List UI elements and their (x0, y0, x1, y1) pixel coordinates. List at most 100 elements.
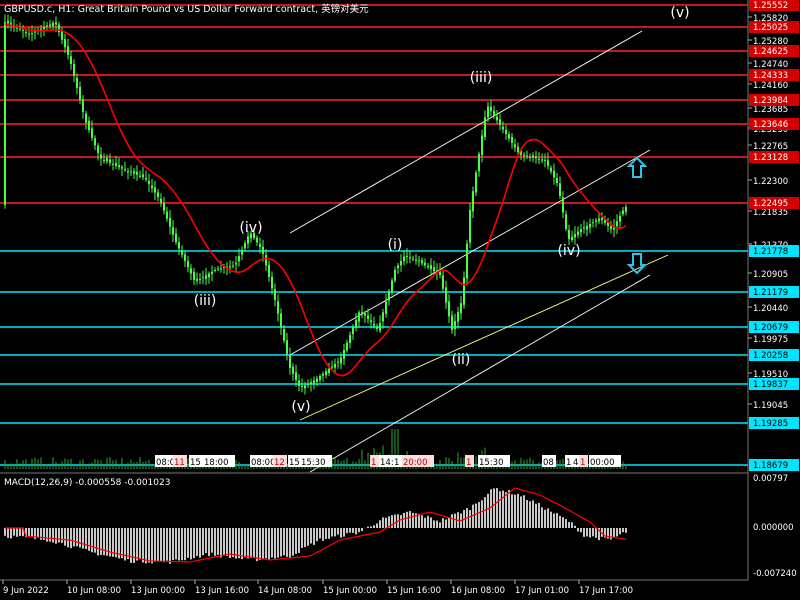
macd-bar (154, 528, 156, 562)
session-tag-label: 12 (274, 458, 285, 468)
candle-body (601, 217, 603, 220)
macd-bar (544, 509, 546, 528)
macd-bar (535, 503, 537, 528)
candle-body (562, 197, 564, 213)
macd-bar (67, 528, 69, 548)
candle-body (490, 106, 492, 112)
candle-body (526, 155, 528, 157)
candle-body (19, 28, 21, 30)
macd-bar (157, 528, 159, 562)
macd-bar (10, 528, 12, 539)
candle-body (574, 234, 576, 238)
candle-body (460, 303, 462, 314)
macd-bar (400, 515, 402, 528)
macd-axis-label: 0.00797 (753, 474, 788, 484)
candle-body (202, 277, 204, 279)
candle-body (274, 289, 276, 300)
candle-body (310, 382, 312, 385)
candle-body (430, 265, 432, 270)
macd-bar (406, 511, 408, 528)
macd-bar (271, 528, 273, 558)
candle-body (124, 169, 126, 171)
candle-body (547, 160, 549, 166)
macd-bar (505, 492, 507, 528)
macd-bar (280, 528, 282, 557)
macd-bar (85, 528, 87, 550)
red-price-tag-label: 1.22495 (753, 199, 788, 209)
candle-body (295, 372, 297, 380)
candle-body (568, 229, 570, 240)
candle-body (481, 135, 483, 156)
macd-bar (322, 528, 324, 541)
macd-bar (589, 528, 591, 538)
macd-bar (313, 528, 315, 545)
price-tick-label: 1.21835 (753, 208, 788, 218)
candle-body (238, 256, 240, 262)
macd-bar (301, 528, 303, 548)
candle-body (160, 198, 162, 203)
macd-bar (370, 526, 372, 528)
macd-bar (379, 520, 381, 528)
candle-body (148, 180, 150, 184)
candle-body (463, 277, 465, 305)
macd-bar (625, 528, 627, 533)
macd-bar (97, 528, 99, 556)
session-tag-label: 00:00 (590, 458, 615, 468)
price-tick-label: 1.20905 (753, 270, 788, 280)
red-price-tag-label: 1.24625 (753, 47, 788, 57)
candle-body (379, 322, 381, 331)
wave-label: (v) (670, 5, 689, 21)
macd-bar (541, 507, 543, 528)
candle-body (184, 254, 186, 261)
candle-body (115, 163, 117, 166)
symbol-title: GBPUSD.c, H1: Great Britain Pound vs US … (4, 3, 369, 15)
macd-bar (526, 500, 528, 528)
candle-body (382, 312, 384, 322)
candle-body (418, 260, 420, 262)
macd-bar (553, 513, 555, 528)
candle-body (73, 64, 75, 76)
wave-label: (iv) (557, 243, 580, 259)
candle-body (64, 39, 66, 48)
macd-axis-label: -0.007240 (753, 569, 797, 579)
price-tick-label: 1.19975 (753, 335, 788, 345)
macd-bar (409, 511, 411, 528)
session-tag-label: 11 (174, 458, 185, 468)
macd-bar (37, 528, 39, 538)
macd-bar (325, 528, 327, 539)
macd-bar (244, 528, 246, 558)
candle-body (403, 256, 405, 262)
candle-body (457, 312, 459, 322)
session-tag-label: 1 (394, 458, 399, 468)
candle-body (625, 207, 627, 212)
candle-body (157, 192, 159, 198)
candle-body (358, 312, 360, 322)
price-tick-label: 1.22300 (753, 177, 788, 187)
trading-chart[interactable]: (v)(iii)(iv)(i) (iv)(iii)(ii)(v) 08:011 15… (0, 0, 800, 600)
macd-bar (277, 528, 279, 558)
time-tick-label: 14 Jun 08:00 (258, 586, 312, 596)
macd-bar (361, 528, 363, 532)
macd-bar (481, 500, 483, 528)
session-tag-label: 08:00 (251, 458, 276, 468)
macd-bar (226, 528, 228, 557)
candle-body (427, 265, 429, 268)
session-tag-label: 1 (371, 458, 376, 468)
macd-bar (253, 528, 255, 559)
candle-body (400, 261, 402, 266)
candle-body (466, 243, 468, 279)
macd-bar (367, 526, 369, 528)
macd-bar (238, 528, 240, 559)
macd-bar (55, 528, 57, 544)
macd-bar (286, 528, 288, 557)
macd-bar (196, 528, 198, 556)
candle-body (61, 31, 63, 40)
red-price-tag-label: 1.23646 (753, 120, 788, 130)
candle-body (52, 22, 54, 27)
macd-bar (205, 528, 207, 554)
candle-body (487, 106, 489, 118)
candle-body (469, 210, 471, 243)
session-tag-label: 15 (289, 458, 300, 468)
macd-bar (430, 517, 432, 528)
macd-bar (190, 528, 192, 560)
